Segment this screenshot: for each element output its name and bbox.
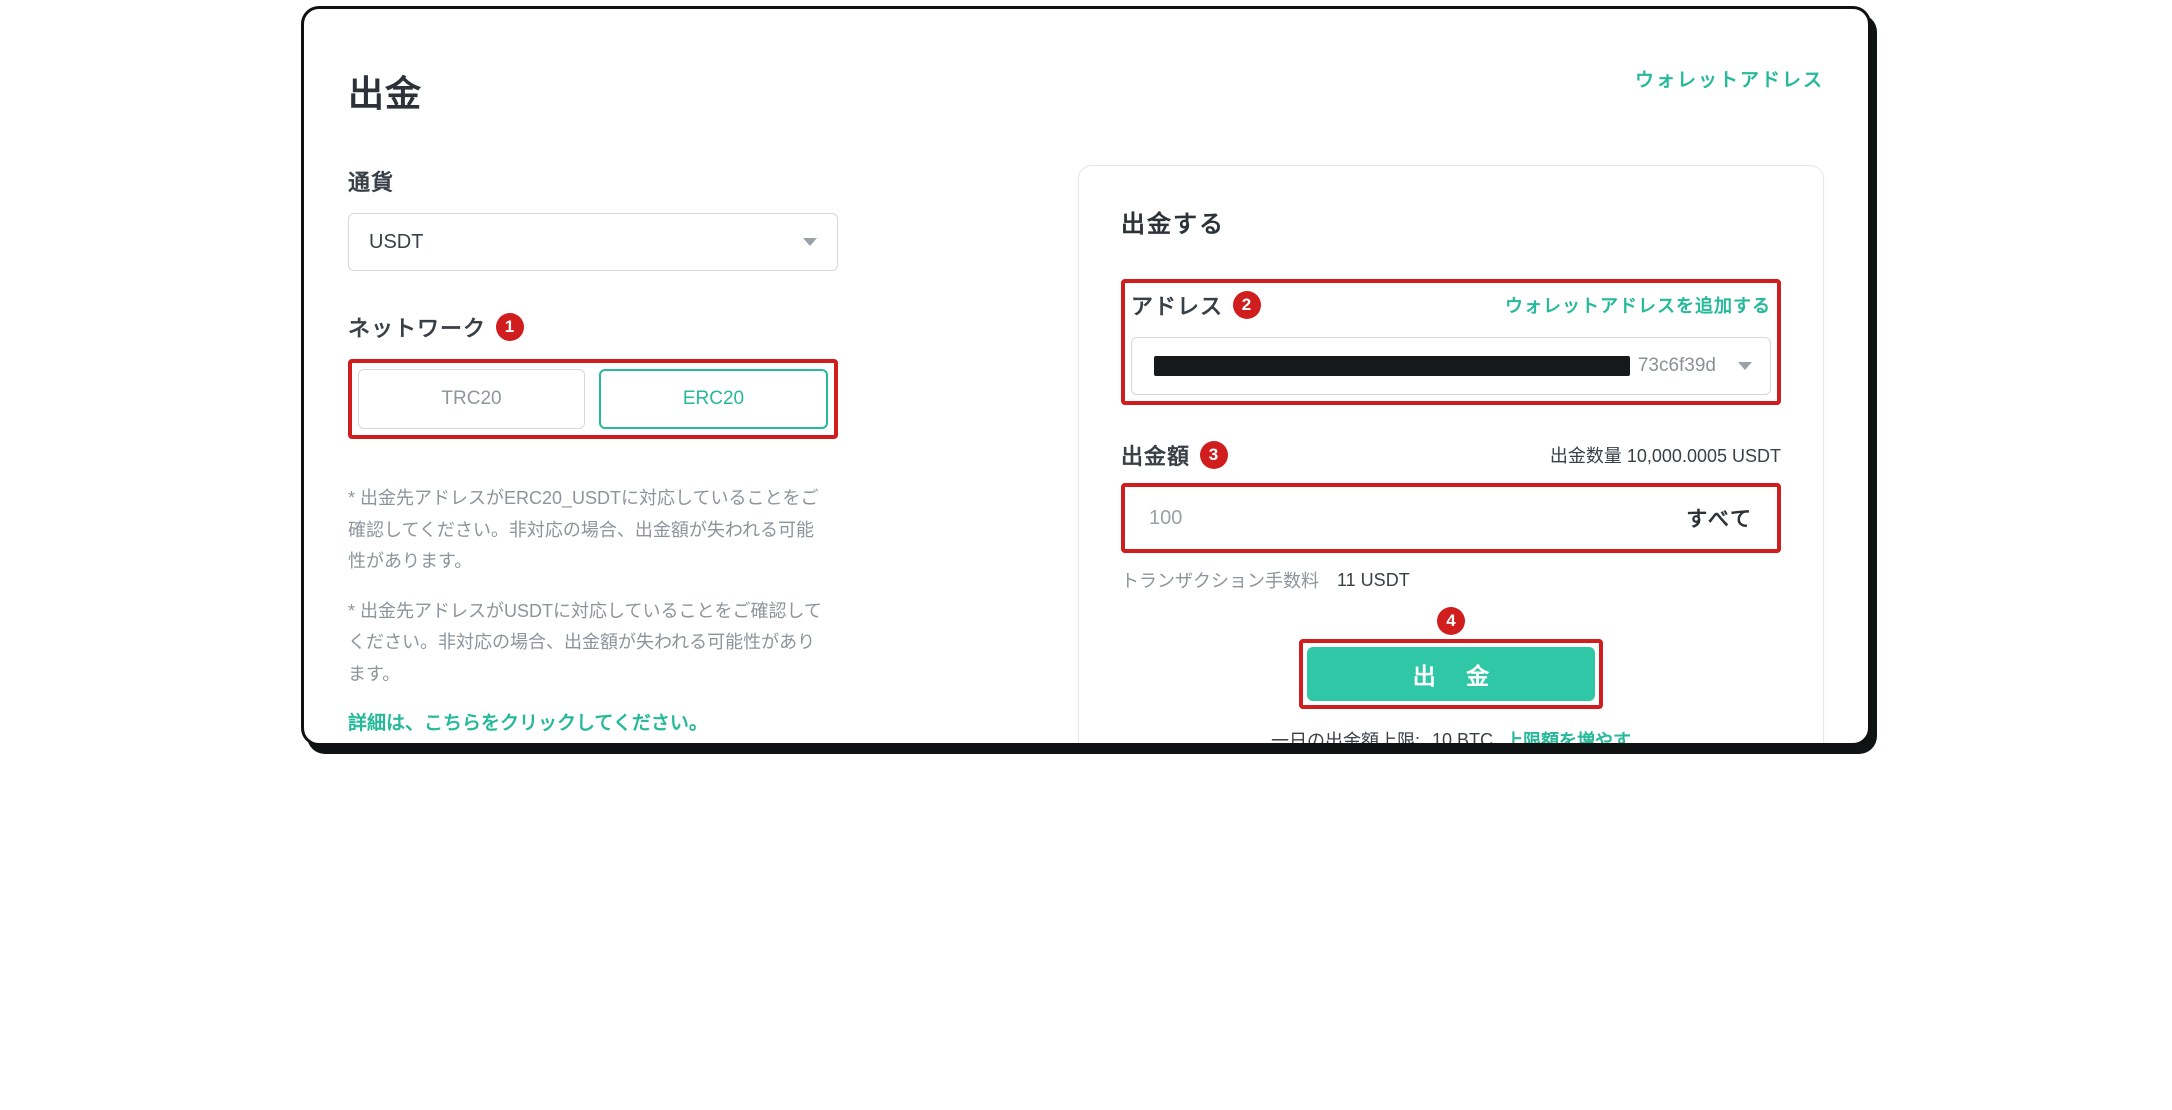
chevron-down-icon	[803, 238, 817, 246]
fee-row: トランザクション手数料 11 USDT	[1121, 567, 1781, 593]
amount-all-button[interactable]: すべて	[1686, 503, 1753, 533]
fee-value: 11 USDT	[1337, 570, 1410, 591]
currency-select[interactable]: USDT	[348, 213, 838, 271]
amount-header: 出金額 3 出金数量 10,000.0005 USDT	[1121, 439, 1781, 471]
address-header: アドレス 2 ウォレットアドレスを追加する	[1131, 289, 1771, 321]
network-erc20[interactable]: ERC20	[599, 369, 828, 429]
fee-label: トランザクション手数料	[1121, 567, 1319, 593]
warning-note-2: * 出金先アドレスがUSDTに対応していることをご確認してください。非対応の場合…	[348, 596, 823, 691]
amount-input[interactable]	[1149, 507, 1676, 530]
add-wallet-address-link[interactable]: ウォレットアドレスを追加する	[1505, 292, 1771, 318]
amount-label-text: 出金額	[1121, 439, 1190, 471]
details-link[interactable]: 詳細は、こちらをクリックしてください。	[348, 708, 838, 735]
address-redacted	[1154, 356, 1630, 376]
warning-note-1: * 出金先アドレスがERC20_USDTに対応していることをご確認してください。…	[348, 483, 823, 578]
address-label: アドレス 2	[1131, 289, 1261, 321]
annotation-1: 1	[496, 313, 524, 341]
wallet-address-link[interactable]: ウォレットアドレス	[1635, 65, 1824, 92]
submit-wrap: 4 出 金 一日の出金額上限: 10 BTC 上限額を増やす	[1121, 639, 1781, 746]
daily-limit-value: 10 BTC	[1432, 730, 1493, 747]
address-label-text: アドレス	[1131, 289, 1223, 321]
withdraw-panel: 出金 ウォレットアドレス 通貨 USDT ネットワーク 1 TRC20 ERC2…	[301, 6, 1871, 746]
page-title: 出金	[348, 65, 422, 117]
network-options: TRC20 ERC20	[348, 359, 838, 439]
panel-title: 出金する	[1121, 204, 1781, 239]
currency-select-value: USDT	[369, 231, 423, 254]
submit-highlight: 出 金	[1299, 639, 1603, 709]
daily-limit-row: 一日の出金額上限: 10 BTC 上限額を増やす	[1121, 727, 1781, 746]
increase-limit-link[interactable]: 上限額を増やす	[1505, 727, 1631, 746]
annotation-2: 2	[1233, 291, 1261, 319]
annotation-3: 3	[1200, 441, 1228, 469]
withdraw-form-card: 出金する アドレス 2 ウォレットアドレスを追加する 73c6f39d	[1078, 165, 1824, 746]
amount-input-wrap: すべて	[1127, 489, 1775, 547]
currency-label: 通貨	[348, 165, 838, 197]
network-trc20[interactable]: TRC20	[358, 369, 585, 429]
network-label-text: ネットワーク	[348, 311, 486, 343]
amount-label: 出金額 3	[1121, 439, 1228, 471]
address-section: アドレス 2 ウォレットアドレスを追加する 73c6f39d	[1121, 279, 1781, 405]
address-suffix: 73c6f39d	[1638, 355, 1716, 377]
annotation-4: 4	[1437, 607, 1465, 635]
header-row: 出金 ウォレットアドレス	[348, 65, 1824, 117]
amount-section: すべて	[1121, 483, 1781, 553]
withdraw-submit-button[interactable]: 出 金	[1307, 647, 1595, 701]
network-label: ネットワーク 1	[348, 311, 838, 343]
available-amount: 出金数量 10,000.0005 USDT	[1550, 442, 1781, 468]
chevron-down-icon	[1738, 362, 1752, 370]
address-select[interactable]: 73c6f39d	[1131, 337, 1771, 395]
content-columns: 通貨 USDT ネットワーク 1 TRC20 ERC20 * 出金先アドレスがE…	[348, 165, 1824, 746]
daily-limit-label: 一日の出金額上限:	[1271, 727, 1420, 746]
left-column: 通貨 USDT ネットワーク 1 TRC20 ERC20 * 出金先アドレスがE…	[348, 165, 838, 746]
